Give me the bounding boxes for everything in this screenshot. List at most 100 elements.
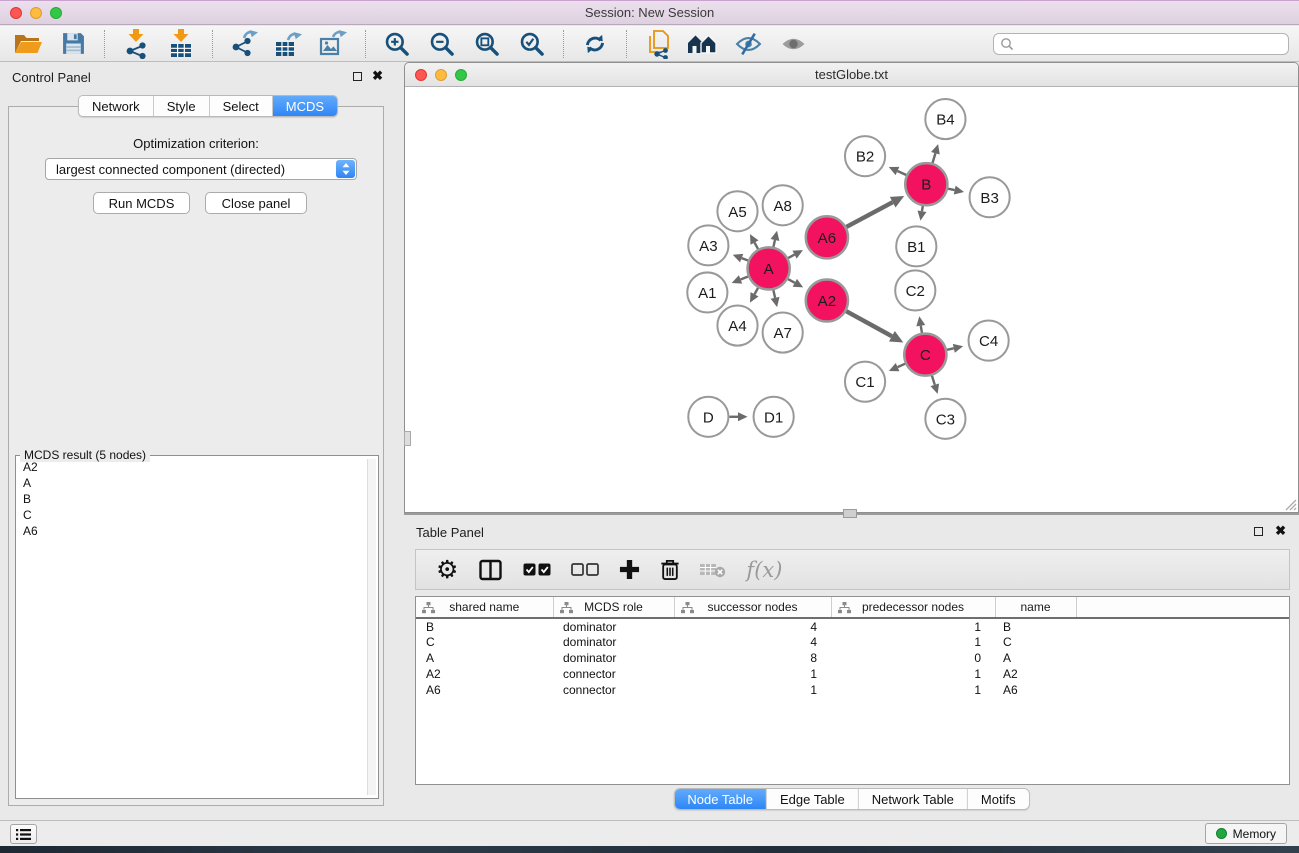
graph-edge-B-B1[interactable] (922, 206, 923, 211)
deselect-all-columns-icon[interactable] (571, 555, 599, 585)
table-cell[interactable]: connector (553, 682, 674, 698)
table-cell[interactable]: 8 (674, 650, 831, 666)
graph-node-A5[interactable]: A5 (717, 191, 757, 231)
graph-edge-C-C1[interactable] (898, 364, 906, 367)
col-predecessor-nodes[interactable]: predecessor nodes (831, 597, 995, 618)
graph-node-A6[interactable]: A6 (806, 216, 848, 258)
task-history-button[interactable] (10, 824, 37, 844)
table-cell[interactable]: 1 (674, 682, 831, 698)
network-canvas[interactable]: B4B2BB3A5A8A6B1A3AC2A1A2A4A7C4CC1C3DD1 (405, 87, 1298, 512)
float-table-panel-icon[interactable] (1254, 527, 1263, 536)
export-network-icon[interactable] (226, 29, 262, 59)
table-cell[interactable]: A2 (416, 666, 553, 682)
col-mcds-role[interactable]: MCDS role (553, 597, 674, 618)
splitter-handle-left[interactable] (404, 431, 411, 446)
tab-network-table[interactable]: Network Table (859, 789, 968, 809)
result-list-item[interactable]: A2 (19, 459, 366, 475)
tab-mcds[interactable]: MCDS (273, 96, 337, 116)
graph-node-A3[interactable]: A3 (688, 225, 728, 265)
table-row[interactable]: Bdominator41B (416, 618, 1289, 634)
table-cell[interactable] (1076, 666, 1289, 682)
import-network-icon[interactable] (118, 29, 154, 59)
table-cell[interactable]: A6 (995, 682, 1076, 698)
result-list-item[interactable]: A6 (19, 523, 366, 539)
close-panel-button[interactable]: Close panel (205, 192, 307, 214)
graph-edge-C-C3[interactable] (932, 376, 935, 385)
criterion-dropdown[interactable]: largest connected component (directed) (45, 158, 357, 180)
delete-table-icon[interactable] (700, 555, 726, 585)
table-cell[interactable]: A (995, 650, 1076, 666)
graph-node-C4[interactable]: C4 (969, 321, 1009, 361)
table-cell[interactable]: C (995, 634, 1076, 650)
result-list-item[interactable]: B (19, 491, 366, 507)
run-mcds-button[interactable]: Run MCDS (93, 192, 190, 214)
tab-select[interactable]: Select (210, 96, 273, 116)
table-cell[interactable] (1076, 634, 1289, 650)
col-name[interactable]: name (995, 597, 1076, 618)
export-image-icon[interactable] (316, 29, 352, 59)
open-session-icon[interactable] (10, 29, 46, 59)
table-cell[interactable]: 4 (674, 634, 831, 650)
table-cell[interactable] (1076, 618, 1289, 634)
table-cell[interactable]: 1 (831, 666, 995, 682)
graph-edge-A-A6[interactable] (788, 255, 794, 258)
graph-node-B3[interactable]: B3 (970, 177, 1010, 217)
table-cell[interactable]: A (416, 650, 553, 666)
table-cell[interactable]: C (416, 634, 553, 650)
new-network-from-selection-icon[interactable] (640, 29, 676, 59)
search-input[interactable] (993, 33, 1289, 55)
graph-node-A7[interactable]: A7 (763, 313, 803, 353)
column-layout-icon[interactable] (478, 555, 503, 585)
table-cell[interactable]: 1 (831, 618, 995, 634)
table-cell[interactable]: dominator (553, 650, 674, 666)
zoom-out-icon[interactable] (424, 29, 460, 59)
close-table-panel-icon[interactable]: ✖ (1275, 526, 1286, 536)
refresh-view-icon[interactable] (577, 29, 613, 59)
import-table-icon[interactable] (163, 29, 199, 59)
table-cell[interactable]: 1 (674, 666, 831, 682)
table-row[interactable]: A2connector11A2 (416, 666, 1289, 682)
col-successor-nodes[interactable]: successor nodes (674, 597, 831, 618)
table-cell[interactable]: A6 (416, 682, 553, 698)
graph-node-A1[interactable]: A1 (687, 272, 727, 312)
export-table-icon[interactable] (271, 29, 307, 59)
splitter-handle-bottom[interactable] (843, 509, 857, 518)
float-panel-icon[interactable] (353, 72, 362, 81)
table-row[interactable]: Adominator80A (416, 650, 1289, 666)
graph-node-B1[interactable]: B1 (896, 226, 936, 266)
graph-node-A8[interactable]: A8 (763, 185, 803, 225)
graph-node-B2[interactable]: B2 (845, 136, 885, 176)
table-cell[interactable]: 0 (831, 650, 995, 666)
table-cell[interactable]: 1 (831, 634, 995, 650)
graph-edge-A-A7[interactable] (773, 290, 775, 298)
graph-edge-A-A1[interactable] (741, 277, 749, 280)
graph-node-D[interactable]: D (688, 397, 728, 437)
tab-edge-table[interactable]: Edge Table (767, 789, 859, 809)
graph-edge-B-B3[interactable] (948, 189, 955, 190)
graph-edge-A6-B[interactable] (846, 202, 892, 227)
settings-gear-icon[interactable]: ⚙ (436, 555, 458, 585)
graph-edge-A-A2[interactable] (788, 279, 795, 283)
table-cell[interactable] (1076, 682, 1289, 698)
graph-node-C3[interactable]: C3 (925, 399, 965, 439)
zoom-selected-icon[interactable] (514, 29, 550, 59)
add-column-icon[interactable] (619, 555, 640, 585)
hide-selected-icon[interactable] (730, 29, 766, 59)
table-cell[interactable]: B (995, 618, 1076, 634)
graph-node-B[interactable]: B (905, 163, 947, 205)
graph-node-A[interactable]: A (748, 247, 790, 289)
table-cell[interactable]: 1 (831, 682, 995, 698)
graph-edge-C-C4[interactable] (947, 348, 954, 350)
graph-edge-A2-C[interactable] (846, 311, 892, 336)
table-cell[interactable]: 4 (674, 618, 831, 634)
tab-style[interactable]: Style (154, 96, 210, 116)
tab-network[interactable]: Network (79, 96, 154, 116)
graph-node-C[interactable]: C (904, 334, 946, 376)
result-scrollbar[interactable] (367, 459, 376, 795)
function-builder-icon[interactable]: f(x) (746, 555, 782, 585)
save-session-icon[interactable] (55, 29, 91, 59)
table-cell[interactable] (1076, 650, 1289, 666)
col-shared-name[interactable]: shared name (416, 597, 553, 618)
network-graph[interactable]: B4B2BB3A5A8A6B1A3AC2A1A2A4A7C4CC1C3DD1 (405, 87, 1298, 512)
table-cell[interactable]: dominator (553, 634, 674, 650)
